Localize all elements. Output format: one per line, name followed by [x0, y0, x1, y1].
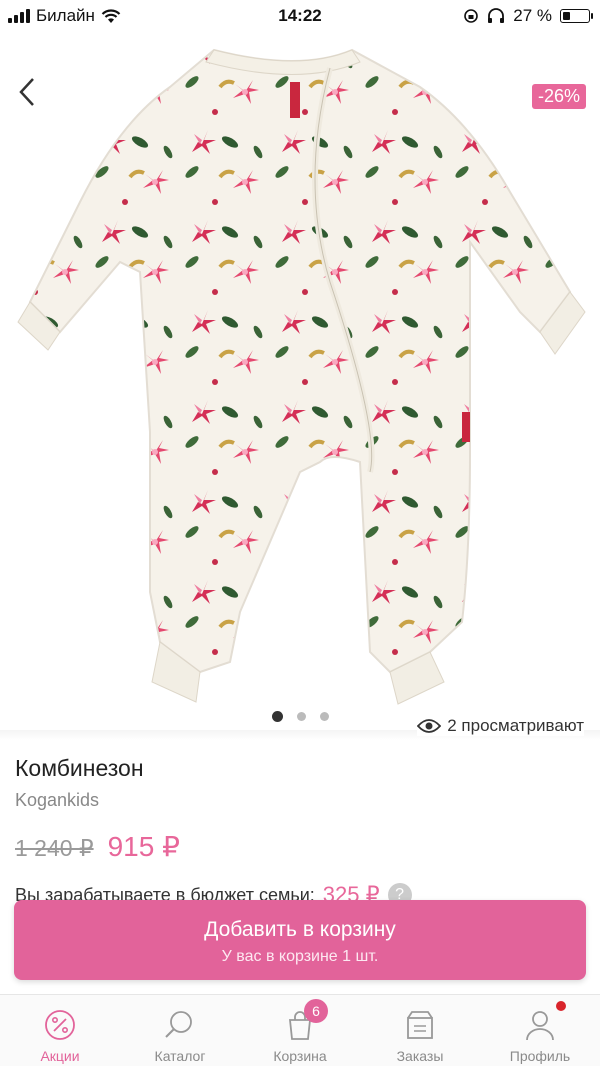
back-button[interactable]	[12, 72, 42, 112]
tab-label: Акции	[40, 1048, 80, 1064]
viewers-label: 2 просматривают	[447, 716, 584, 735]
cart-badge: 6	[304, 999, 328, 1023]
pagination-dot[interactable]	[319, 712, 329, 721]
price-row: 1 240 ₽ 915 ₽	[15, 830, 180, 863]
chevron-left-icon	[19, 78, 34, 106]
product-image[interactable]: -26%	[0, 32, 600, 722]
tab-label: Заказы	[396, 1048, 444, 1064]
search-icon	[160, 1005, 200, 1045]
product-title: Комбинезон	[15, 755, 144, 781]
pagination-dot[interactable]	[271, 711, 283, 722]
jumpsuit-illustration	[17, 48, 586, 705]
eye-icon	[417, 719, 442, 733]
rotation-lock-icon	[464, 9, 479, 23]
tab-cart[interactable]: 6 Корзина	[240, 995, 360, 1066]
user-icon	[520, 1005, 560, 1045]
tab-label: Корзина	[273, 1048, 327, 1064]
battery-percent: 27 %	[513, 6, 552, 25]
add-to-cart-button[interactable]: Добавить в корзину У вас в корзине 1 шт.	[14, 900, 586, 980]
product-brand[interactable]: Kogankids	[15, 790, 99, 811]
status-bar: Билайн 14:22 27 %	[0, 0, 600, 32]
cart-quantity-note: У вас в корзине 1 шт.	[221, 948, 379, 965]
box-icon	[400, 1005, 440, 1045]
battery-icon	[560, 9, 593, 23]
tab-promotions[interactable]: Акции	[0, 995, 120, 1066]
old-price: 1 240 ₽	[15, 835, 94, 861]
new-price: 915 ₽	[107, 831, 180, 862]
percent-icon	[40, 1005, 80, 1045]
notification-dot	[556, 1001, 566, 1011]
tab-label: Профиль	[509, 1048, 571, 1064]
headphones-icon	[488, 8, 505, 23]
tab-bar: Акции Каталог 6 Корзина Заказы Профиль	[0, 994, 600, 1066]
add-to-cart-label: Добавить в корзину	[204, 918, 396, 941]
tab-catalog[interactable]: Каталог	[120, 995, 240, 1066]
tab-label: Каталог	[154, 1048, 206, 1064]
discount-badge: -26%	[531, 84, 586, 109]
pagination-dot[interactable]	[296, 712, 306, 721]
tab-orders[interactable]: Заказы	[360, 995, 480, 1066]
viewers-count: 2 просматривают	[417, 716, 584, 736]
tab-profile[interactable]: Профиль	[480, 995, 600, 1066]
